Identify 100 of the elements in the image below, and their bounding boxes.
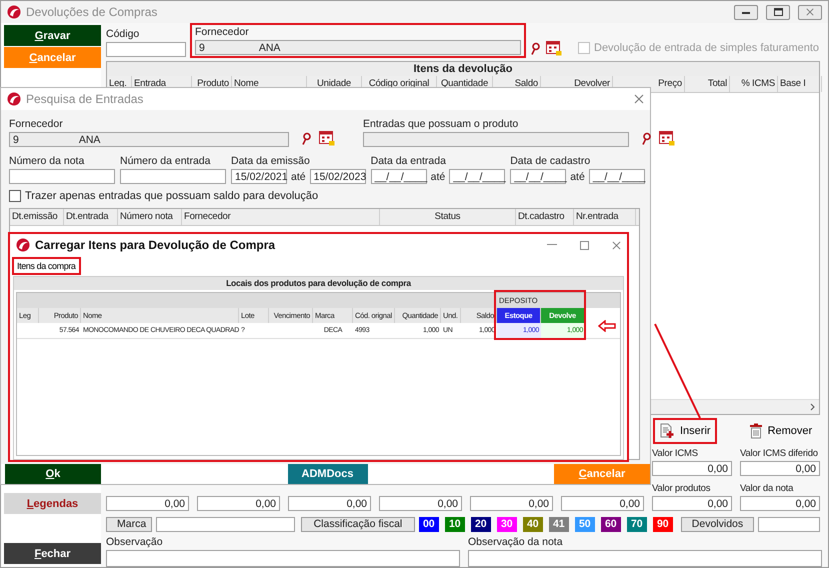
- field-label: Código: [106, 28, 140, 40]
- column-header: Dt.entrada: [64, 209, 118, 225]
- column-header: Dt.emissão: [10, 209, 64, 225]
- minimize-button[interactable]: [734, 4, 758, 20]
- table-icon[interactable]: [319, 131, 335, 146]
- field-label: Marca: [106, 517, 152, 532]
- amount-field[interactable]: 0,00: [740, 496, 820, 511]
- field-label: Valor produtos: [652, 483, 710, 494]
- window-title: Devoluções de Compras: [26, 5, 158, 19]
- dialog-title: Carregar Itens para Devolução de Compra: [35, 238, 276, 252]
- table-icon[interactable]: [659, 131, 675, 146]
- column-header: Status: [380, 209, 516, 225]
- fiscal-code-tag: 40: [522, 517, 543, 532]
- fiscal-code-tag: 90: [652, 517, 673, 532]
- amount-field[interactable]: 0,00: [106, 496, 189, 511]
- restore-icon: [774, 8, 782, 16]
- close-button[interactable]: Fechar: [4, 543, 101, 564]
- logo-icon: [7, 92, 21, 106]
- fiscal-code-tag: 50: [574, 517, 595, 532]
- maximize-icon[interactable]: [580, 240, 589, 250]
- close-button[interactable]: [798, 4, 822, 20]
- amount-field[interactable]: 0,00: [740, 461, 820, 476]
- close-icon[interactable]: [612, 240, 621, 250]
- returned-field[interactable]: [758, 517, 820, 532]
- checkbox-label: Trazer apenas entradas que possuam saldo para devolução: [25, 190, 318, 202]
- date-field[interactable]: __/__/____: [510, 169, 566, 184]
- column-header: Nr.entrada: [574, 209, 636, 225]
- chevron-right-icon: [810, 403, 815, 411]
- field-label: Data da entrada: [370, 155, 447, 167]
- fiscal-code-tag: 70: [626, 517, 647, 532]
- column-header: Base I: [778, 76, 822, 92]
- fiscal-code-tag: 41: [548, 517, 569, 532]
- amount-field[interactable]: 0,00: [470, 496, 553, 511]
- search-icon[interactable]: [301, 132, 311, 146]
- minimize-icon: [742, 10, 750, 14]
- date-field[interactable]: 15/02/2023: [310, 169, 366, 184]
- insert-button[interactable]: Inserir: [653, 418, 717, 444]
- column-header: Total: [685, 76, 730, 92]
- fiscal-code-tag: 30: [496, 517, 517, 532]
- notes-field[interactable]: [106, 550, 460, 567]
- supplier-field[interactable]: 9 ANA: [195, 40, 521, 55]
- brand-field[interactable]: [156, 517, 296, 532]
- field-label: Observação: [106, 536, 164, 548]
- checkbox[interactable]: [9, 190, 21, 202]
- column-header: Fornecedor: [182, 209, 380, 225]
- close-icon[interactable]: [806, 8, 814, 16]
- logo-icon: [16, 238, 30, 252]
- checkbox-label: Devolução de entrada de simples faturamento: [594, 42, 820, 54]
- fiscal-code-tag: 00: [418, 517, 439, 532]
- fiscal-code-tag: 20: [470, 517, 491, 532]
- amount-field[interactable]: 0,00: [379, 496, 462, 511]
- range-separator: até: [291, 170, 306, 182]
- field-label: Entradas que possuam o produto: [363, 118, 520, 130]
- close-icon[interactable]: [634, 94, 644, 104]
- trash-icon: [748, 423, 763, 439]
- range-separator: até: [430, 170, 446, 182]
- field-label: Fornecedor: [195, 26, 250, 38]
- field-label: Fornecedor: [9, 118, 64, 130]
- field-label: Data de cadastro: [510, 155, 592, 167]
- fiscal-code-tag: 10: [444, 517, 465, 532]
- field-label: Valor ICMS: [652, 448, 698, 459]
- field-label: Classificação fiscal: [301, 517, 415, 532]
- column-header: % ICMS: [730, 76, 778, 92]
- product-field[interactable]: [363, 132, 629, 147]
- supplier-code: 9: [13, 134, 19, 146]
- supplier-code: 9: [199, 42, 205, 54]
- text-field[interactable]: [120, 169, 226, 184]
- supplier-name: ANA: [258, 42, 280, 54]
- notes-field[interactable]: [468, 550, 822, 567]
- logo-icon: [7, 5, 21, 19]
- date-field[interactable]: __/__/____: [370, 169, 427, 184]
- search-icon[interactable]: [641, 132, 651, 146]
- amount-field[interactable]: 0,00: [652, 461, 732, 476]
- search-icon[interactable]: [530, 42, 540, 56]
- ok-button[interactable]: Ok: [5, 464, 101, 484]
- column-header: Número nota: [118, 209, 182, 225]
- amount-field[interactable]: 0,00: [197, 496, 280, 511]
- table-icon[interactable]: [546, 41, 562, 56]
- text-field[interactable]: [9, 169, 115, 184]
- date-field[interactable]: __/__/____: [449, 169, 506, 184]
- date-field[interactable]: __/__/____: [588, 169, 645, 184]
- column-header: Dt.cadastro: [516, 209, 574, 225]
- remove-button[interactable]: Remover: [742, 418, 818, 444]
- tab[interactable]: Itens da compra: [12, 257, 81, 275]
- legend-button[interactable]: Legendas: [4, 493, 101, 514]
- amount-field[interactable]: 0,00: [561, 496, 644, 511]
- amount-field[interactable]: 0,00: [652, 496, 732, 511]
- minimize-icon[interactable]: [547, 244, 557, 246]
- range-separator: até: [570, 170, 585, 182]
- field-label: Data da emissão: [231, 155, 311, 167]
- field-label: Observação da nota: [468, 536, 564, 548]
- restore-button[interactable]: [766, 4, 790, 20]
- supplier-field[interactable]: 9 ANA: [9, 132, 289, 147]
- date-field[interactable]: 15/02/2021: [231, 169, 287, 184]
- amount-field[interactable]: 0,00: [288, 496, 371, 511]
- field-label: Número da nota: [9, 155, 86, 167]
- code-field[interactable]: [106, 42, 186, 57]
- docs-button[interactable]: ADMDocs: [288, 464, 368, 484]
- save-button[interactable]: Gravar: [4, 25, 101, 46]
- supplier-name: ANA: [78, 134, 100, 146]
